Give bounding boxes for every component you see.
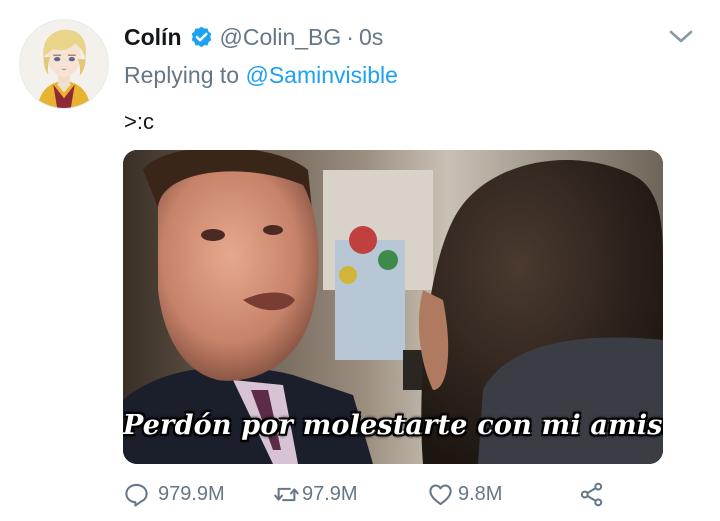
heart-icon (427, 481, 454, 508)
tweet-timestamp[interactable]: 0s (359, 24, 383, 51)
reply-button[interactable]: 979.9M (123, 478, 225, 510)
like-count: 9.8M (458, 482, 503, 505)
tweet-text: >:c (124, 109, 154, 134)
retweet-count: 97.9M (302, 482, 358, 505)
like-button[interactable]: 9.8M (427, 478, 502, 510)
verified-badge-icon (189, 25, 214, 50)
retweet-arrows-icon (273, 481, 300, 508)
share-nodes-icon (578, 481, 605, 508)
share-button[interactable] (578, 478, 605, 510)
replying-to-label: Replying to (124, 62, 240, 88)
reply-count: 979.9M (158, 482, 225, 505)
comment-bubble-icon (123, 481, 150, 508)
replying-to-line: Replying to @Saminvisible (124, 62, 398, 89)
retweet-button[interactable]: 97.9M (273, 478, 358, 510)
avatar-illustration (20, 20, 108, 108)
meme-caption: Perdón por molestarte con mi amistad (123, 410, 663, 441)
tweet-media-image[interactable]: Perdón por molestarte con mi amistad (123, 150, 663, 464)
tweet-header: Colín @Colin_BG · 0s (124, 20, 383, 54)
replying-to-mention[interactable]: @Saminvisible (245, 62, 397, 88)
avatar[interactable] (19, 19, 109, 109)
chevron-down-icon[interactable] (668, 27, 694, 47)
author-name[interactable]: Colín (124, 24, 182, 51)
tweet-actions: 979.9M 97.9M 9.8M (123, 478, 623, 510)
separator-dot: · (346, 23, 354, 50)
author-handle[interactable]: @Colin_BG (220, 24, 342, 51)
tweet-card[interactable]: Colín @Colin_BG · 0s Replying to @Saminv… (0, 0, 720, 521)
